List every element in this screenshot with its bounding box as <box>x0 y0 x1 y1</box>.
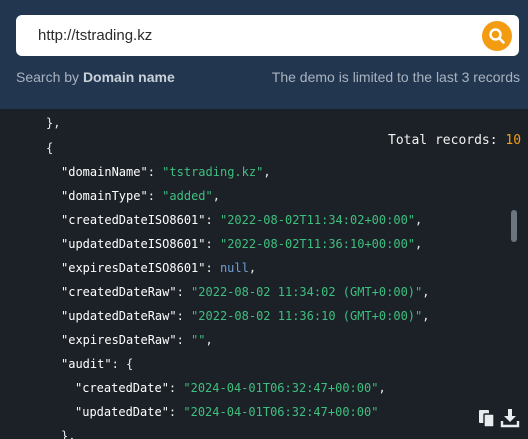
value-audit-createdDate: 2024-04-01T06:32:47+00:00 <box>190 381 372 395</box>
search-icon <box>489 28 505 44</box>
value-audit-updatedDate: 2024-04-01T06:32:47+00:00 <box>190 405 372 419</box>
search-button[interactable] <box>482 21 512 51</box>
search-header: Search by Domain name The demo is limite… <box>0 0 528 109</box>
demo-limit-note: The demo is limited to the last 3 record… <box>271 69 520 85</box>
copy-button[interactable] <box>476 407 498 429</box>
value-expiresDateISO8601: null <box>219 261 249 275</box>
search-by-mode: Domain name <box>82 69 175 85</box>
record-open-brace: { <box>46 141 54 155</box>
total-records-count: 10 <box>505 133 522 148</box>
search-box <box>16 15 519 56</box>
value-domainType: added <box>169 189 206 203</box>
search-by-hint: Search by Domain name <box>16 69 175 85</box>
search-input[interactable] <box>30 21 470 50</box>
value-createdDateISO8601: 2022-08-02T11:34:02+00:00 <box>227 213 408 227</box>
json-line-createdDateRaw: "createdDateRaw": "2022-08-02 11:34:02 (… <box>61 285 430 299</box>
json-line: { <box>46 139 53 157</box>
json-line-updatedDateISO8601: "updatedDateISO8601": "2022-08-02T11:36:… <box>61 237 423 251</box>
total-records-label: Total records: <box>388 133 506 148</box>
scrollbar-thumb[interactable] <box>511 210 517 242</box>
json-line-createdDateISO8601: "createdDateISO8601": "2022-08-02T11:34:… <box>61 213 423 227</box>
json-line-expiresDateISO8601: "expiresDateISO8601": null, <box>61 261 257 275</box>
json-result-panel: }, { "domainName": "tstrading.kz", "doma… <box>0 109 528 439</box>
total-records: Total records: 10 <box>388 133 521 148</box>
json-line: }, <box>61 427 75 439</box>
json-line-audit: "audit": { <box>61 357 134 371</box>
value-createdDateRaw: 2022-08-02 11:34:02 (GMT+0:00) <box>198 285 416 299</box>
prev-record-close: }, <box>46 116 61 130</box>
value-updatedDateISO8601: 2022-08-02T11:36:10+00:00 <box>227 237 408 251</box>
json-line-domainName: "domainName": "tstrading.kz", <box>61 165 271 179</box>
value-updatedDateRaw: 2022-08-02 11:36:10 (GMT+0:00) <box>198 309 416 323</box>
value-domainName: tstrading.kz <box>169 165 257 179</box>
download-button[interactable] <box>499 407 521 429</box>
json-line-expiresDateRaw: "expiresDateRaw": "", <box>61 333 213 347</box>
copy-icon <box>479 410 495 428</box>
json-line-audit-createdDate: "createdDate": "2024-04-01T06:32:47+00:0… <box>75 381 386 395</box>
download-icon <box>500 409 520 428</box>
audit-close: }, <box>61 429 76 439</box>
json-line: }, <box>46 114 60 132</box>
search-by-text: Search by <box>16 69 83 85</box>
json-line-updatedDateRaw: "updatedDateRaw": "2022-08-02 11:36:10 (… <box>61 309 430 323</box>
json-line-domainType: "domainType": "added", <box>61 189 220 203</box>
json-line-audit-updatedDate: "updatedDate": "2024-04-01T06:32:47+00:0… <box>75 405 379 419</box>
